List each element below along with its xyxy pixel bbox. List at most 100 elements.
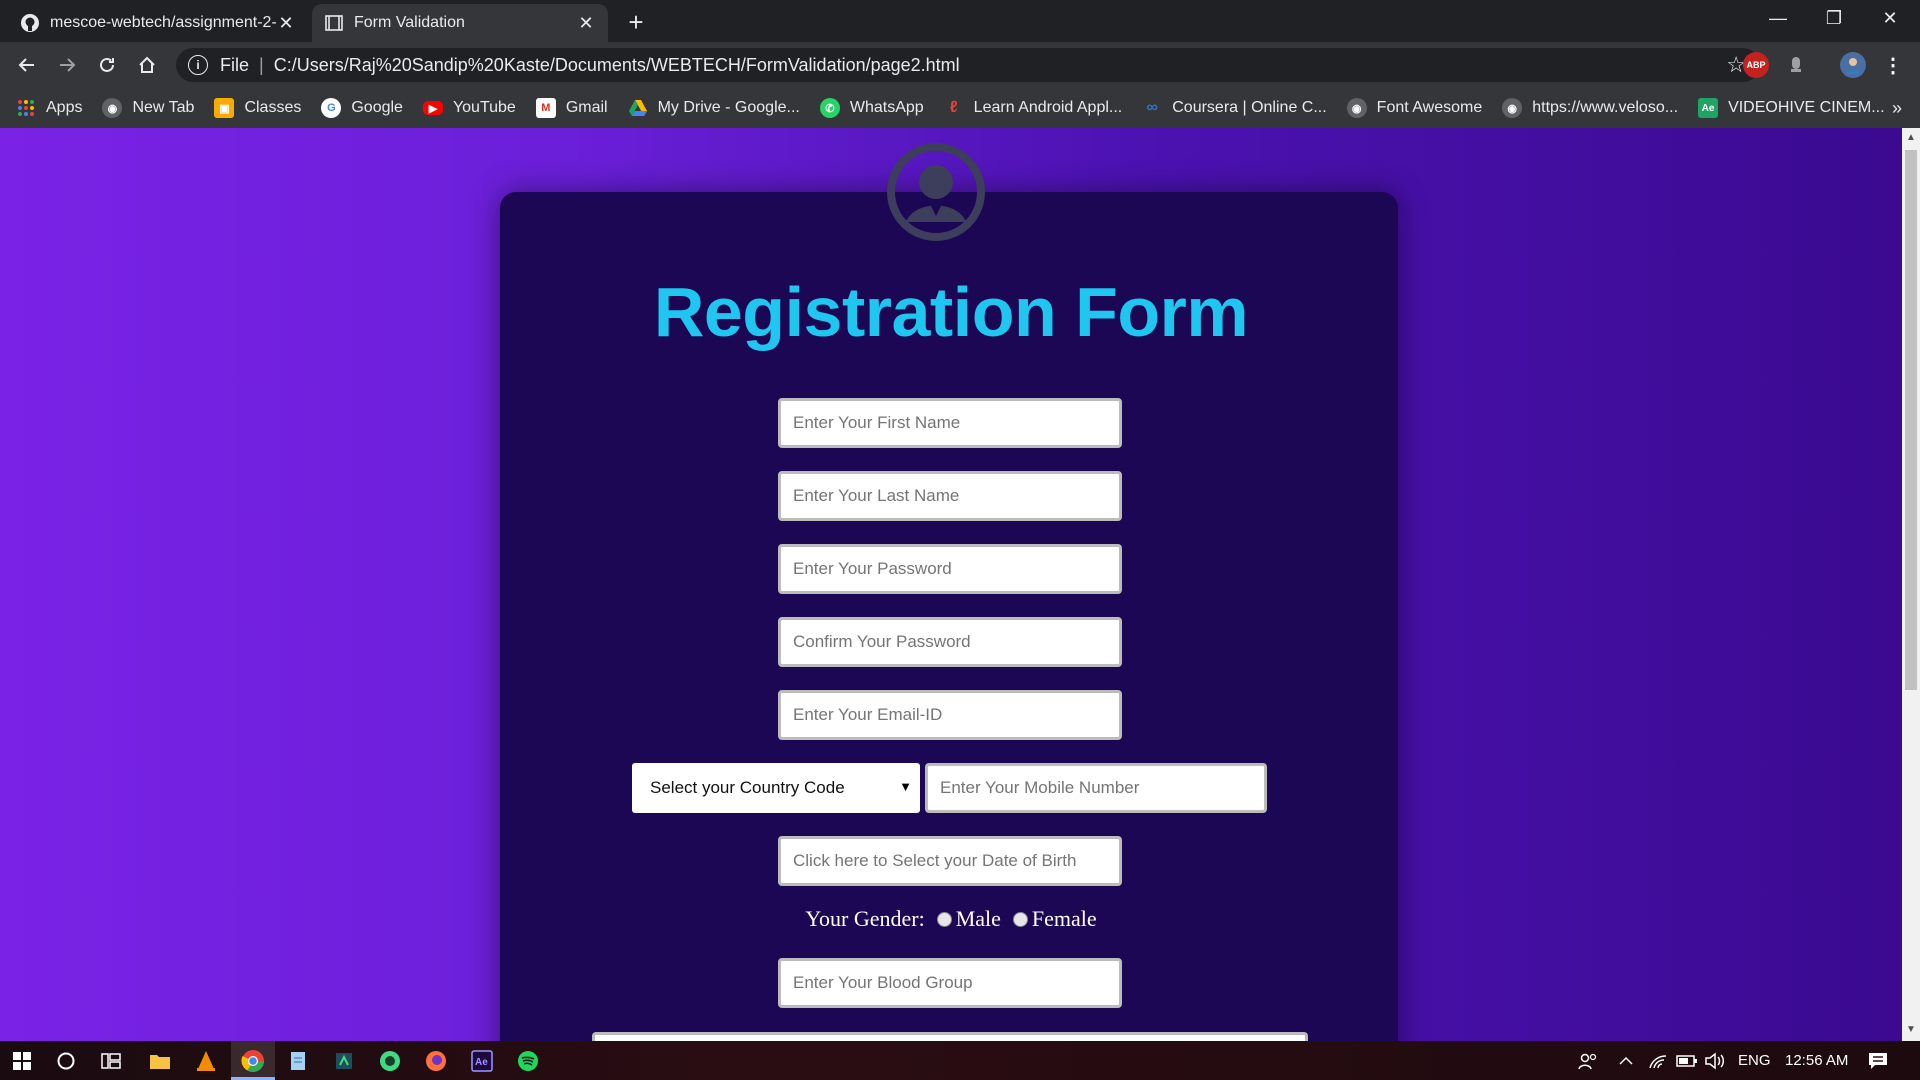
bookmark-learn-android[interactable]: ℓ Learn Android Appl...	[944, 98, 1123, 118]
first-name-input[interactable]	[778, 398, 1122, 448]
page-title: Registration Form	[653, 273, 1249, 351]
clock-time[interactable]: 12:56 AM	[1785, 1041, 1848, 1080]
android-studio-icon[interactable]	[330, 1047, 358, 1075]
task-view-icon[interactable]	[97, 1047, 125, 1075]
address-bar[interactable]: i File | C:/Users/Raj%20Sandip%20Kaste/D…	[176, 48, 1760, 82]
file-explorer-icon[interactable]	[146, 1047, 174, 1075]
globe-icon: ◉	[1502, 98, 1523, 118]
bookmark-veloso[interactable]: ◉ https://www.veloso...	[1502, 98, 1678, 118]
people-icon[interactable]	[1578, 1041, 1598, 1080]
bookmark-videohive[interactable]: Ae VIDEOHIVE CINEM...	[1698, 98, 1885, 118]
bookmark-label: VIDEOHIVE CINEM...	[1728, 99, 1885, 116]
bookmark-label: YouTube	[452, 99, 516, 116]
bookmark-label: WhatsApp	[849, 99, 924, 116]
bookmark-label: Learn Android Appl...	[973, 99, 1123, 116]
scroll-up-icon[interactable]: ▲	[1905, 132, 1917, 144]
bookmark-label: Classes	[244, 99, 302, 116]
confirm-password-input[interactable]	[778, 617, 1122, 667]
bookmark-font-awesome[interactable]: ◉ Font Awesome	[1346, 98, 1483, 118]
address-textarea[interactable]	[592, 1032, 1308, 1041]
bookmark-label: https://www.veloso...	[1532, 99, 1679, 116]
address-separator: |	[259, 54, 264, 75]
coursera-icon: ∞	[1146, 99, 1158, 116]
mobile-number-input[interactable]	[925, 763, 1267, 813]
close-icon[interactable]: ✕	[276, 13, 296, 33]
bookmark-my-drive[interactable]: My Drive - Google...	[628, 98, 800, 118]
dropdown-caret-icon: ▼	[899, 779, 912, 794]
bookmark-apps[interactable]: Apps	[16, 98, 82, 118]
extension-icon[interactable]	[1783, 52, 1809, 78]
whatsapp-icon: ✆	[819, 98, 840, 118]
scroll-down-icon[interactable]: ▼	[1905, 1024, 1917, 1036]
language-indicator[interactable]: ENG	[1738, 1041, 1771, 1080]
bookmarks-bar: Apps ◉ New Tab ▣ Classes G Google ▶ YouT…	[0, 88, 1920, 128]
bookmark-label: Apps	[46, 99, 83, 116]
chrome-icon[interactable]	[239, 1047, 267, 1075]
bookmarks-overflow-icon[interactable]: »	[1892, 98, 1902, 119]
bookmark-youtube[interactable]: ▶ YouTube	[422, 99, 516, 117]
blood-group-input[interactable]	[778, 958, 1122, 1008]
firefox-icon[interactable]	[422, 1047, 450, 1075]
bookmark-new-tab[interactable]: ◉ New Tab	[102, 98, 194, 118]
after-effects-icon[interactable]: Ae	[468, 1047, 496, 1075]
volume-icon[interactable]	[1704, 1041, 1726, 1080]
adblock-icon[interactable]: ABP	[1743, 52, 1769, 78]
password-input[interactable]	[778, 544, 1122, 594]
google-icon: G	[321, 98, 342, 118]
tab-github[interactable]: mescoe-webtech/assignment-2- ✕	[8, 4, 308, 42]
search-icon[interactable]	[52, 1047, 80, 1075]
page-scrollbar[interactable]: ▲ ▼	[1902, 128, 1920, 1041]
bookmark-google[interactable]: G Google	[321, 98, 403, 118]
windows-taskbar: Ae ENG 12:56 AM	[0, 1041, 1920, 1080]
scrollbar-thumb[interactable]	[1905, 150, 1917, 690]
restore-icon[interactable]: ❐	[1806, 0, 1862, 36]
gender-male-radio[interactable]	[936, 911, 952, 927]
notepad-icon[interactable]	[284, 1047, 312, 1075]
android-icon[interactable]	[376, 1047, 404, 1075]
window-close-icon[interactable]: ✕	[1862, 0, 1918, 36]
windows-start-icon[interactable]	[8, 1047, 36, 1075]
bookmark-label: Font Awesome	[1376, 99, 1483, 116]
svg-text:Ae: Ae	[475, 1057, 488, 1068]
vlc-icon[interactable]	[192, 1047, 220, 1075]
globe-icon: ◉	[102, 98, 123, 118]
bookmark-gmail[interactable]: M Gmail	[535, 98, 608, 118]
bookmark-coursera[interactable]: ∞ Coursera | Online C...	[1142, 98, 1327, 118]
chevron-up-icon[interactable]	[1618, 1041, 1634, 1080]
minimize-icon[interactable]: ―	[1750, 0, 1806, 36]
bookmark-label: Google	[351, 99, 403, 116]
battery-icon[interactable]	[1676, 1041, 1698, 1080]
youtube-icon: ▶	[422, 101, 443, 115]
reload-icon[interactable]	[92, 50, 122, 80]
tab-form-validation[interactable]: Form Validation ✕	[312, 4, 608, 42]
home-icon[interactable]	[132, 50, 162, 80]
apps-grid-icon	[16, 98, 36, 118]
back-arrow-icon[interactable]	[12, 50, 42, 80]
gender-male-label[interactable]: Male	[956, 906, 1001, 932]
bookmark-label: New Tab	[132, 99, 195, 116]
forward-arrow-icon[interactable]	[52, 50, 82, 80]
new-tab-button[interactable]: +	[622, 7, 650, 37]
notification-icon[interactable]	[1868, 1041, 1888, 1080]
url-text: C:/Users/Raj%20Sandip%20Kaste/Documents/…	[273, 54, 960, 75]
profile-avatar[interactable]	[1840, 52, 1866, 78]
gmail-icon: M	[535, 98, 556, 118]
wifi-icon[interactable]	[1648, 1041, 1668, 1080]
country-code-select[interactable]: Select your Country Code ▼	[632, 763, 920, 813]
last-name-input[interactable]	[778, 471, 1122, 521]
date-of-birth-input[interactable]	[778, 836, 1122, 886]
spotify-icon[interactable]	[514, 1047, 542, 1075]
bookmark-classes[interactable]: ▣ Classes	[214, 98, 301, 118]
classroom-icon: ▣	[214, 98, 235, 118]
close-icon[interactable]: ✕	[576, 13, 596, 33]
email-input[interactable]	[778, 690, 1122, 740]
udacity-icon: ℓ	[949, 99, 958, 116]
gender-female-label[interactable]: Female	[1032, 906, 1097, 932]
bookmark-whatsapp[interactable]: ✆ WhatsApp	[819, 98, 924, 118]
gender-label: Your Gender:	[805, 906, 925, 931]
bookmark-label: Gmail	[565, 99, 608, 116]
menu-dots-icon[interactable]: ⋮	[1880, 52, 1906, 78]
globe-icon: ◉	[1346, 98, 1367, 118]
gender-female-radio[interactable]	[1012, 911, 1028, 927]
info-icon[interactable]: i	[188, 55, 208, 75]
